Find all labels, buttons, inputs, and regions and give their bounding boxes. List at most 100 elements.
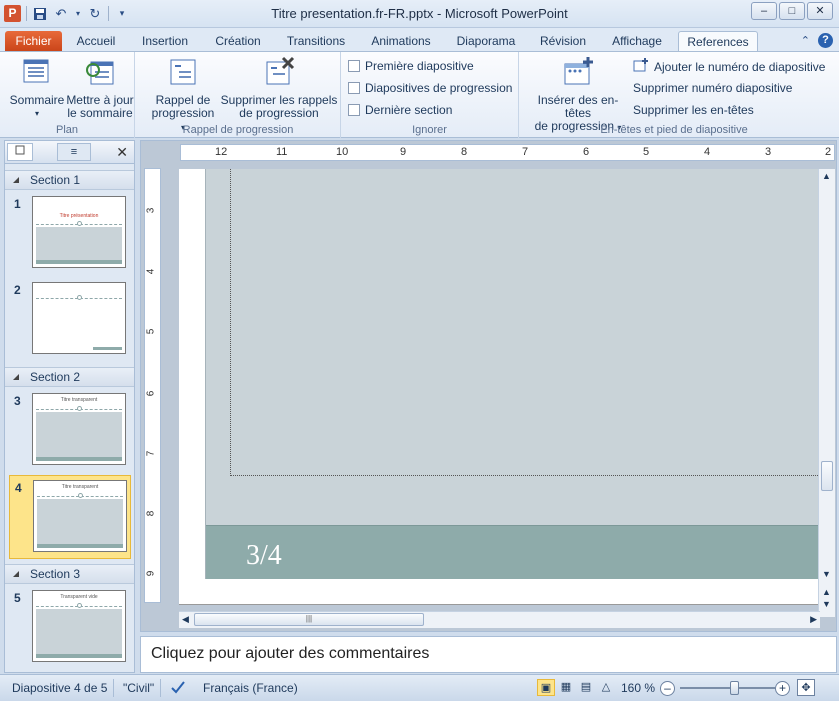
- footer-band: 3/4: [206, 525, 819, 579]
- slide-thumbnail[interactable]: 5 Transparent vide: [9, 586, 131, 670]
- help-icon[interactable]: ?: [818, 33, 833, 48]
- ruler-tick: 2: [825, 146, 832, 158]
- supprimer-rappels-button[interactable]: Supprimer les rappels de progression: [220, 56, 338, 120]
- checkbox-premiere-diapositive[interactable]: Première diapositive: [348, 59, 474, 73]
- checkbox-label: Première diapositive: [365, 59, 474, 73]
- zoom-slider-knob[interactable]: [730, 681, 739, 695]
- group-label-rappel: Rappel de progression: [182, 124, 294, 136]
- panel-header: ≡ ✕: [5, 141, 134, 164]
- tab-slides-thumbnails[interactable]: [7, 143, 33, 161]
- slide-body[interactable]: 3/4: [205, 169, 819, 579]
- ruler-tick: 3: [145, 207, 157, 214]
- checkbox-box[interactable]: [348, 60, 360, 72]
- slide-preview: Titre transparent: [32, 393, 126, 465]
- checkbox-diapositives-progression[interactable]: Diapositives de progression: [348, 81, 512, 95]
- close-button[interactable]: ✕: [807, 2, 833, 20]
- ruler-tick: 12: [215, 146, 228, 158]
- zoom-in-button[interactable]: +: [775, 681, 790, 696]
- horizontal-scrollbar[interactable]: ◀ ||| ▶: [179, 611, 820, 628]
- supprimer-entetes-button[interactable]: Supprimer les en-têtes: [633, 103, 754, 117]
- fit-to-window-icon[interactable]: ✥: [797, 679, 815, 696]
- scroll-left-icon[interactable]: ◀: [182, 614, 189, 625]
- scroll-up-icon[interactable]: ▲: [822, 171, 831, 181]
- mettre-a-jour-sommaire-button[interactable]: Mettre à jour le sommaire: [64, 56, 136, 120]
- scroll-thumb[interactable]: [821, 461, 833, 491]
- ruler-tick: 4: [145, 268, 157, 275]
- sommaire-button[interactable]: Sommaire ▾: [8, 56, 66, 120]
- ruler-tick: 8: [145, 510, 157, 517]
- content-placeholder[interactable]: [230, 169, 819, 476]
- slide-thumbnail[interactable]: 3 Titre transparent: [9, 389, 131, 473]
- slide-thumbnail[interactable]: 2: [9, 278, 131, 362]
- checkbox-box[interactable]: [348, 82, 360, 94]
- collapse-triangle-icon[interactable]: [13, 571, 19, 577]
- tab-affichage[interactable]: Affichage: [601, 31, 673, 52]
- theme-name[interactable]: "Civil": [123, 681, 154, 695]
- collapse-triangle-icon[interactable]: [13, 374, 19, 380]
- tab-diaporama[interactable]: Diaporama: [446, 31, 526, 52]
- normal-view-icon[interactable]: ▣: [537, 679, 555, 696]
- next-slide-icon[interactable]: ▼: [822, 599, 831, 609]
- section-header[interactable]: Section 2: [5, 367, 134, 387]
- group-label-ignorer: Ignorer: [412, 124, 447, 136]
- reading-view-icon[interactable]: ▤: [577, 679, 595, 696]
- slide-thumbnail[interactable]: 1 Titre présentation: [9, 192, 131, 276]
- slide-preview: Transparent vide: [32, 590, 126, 662]
- checkbox-derniere-section[interactable]: Dernière section: [348, 103, 452, 117]
- vertical-ruler: 3 4 5 6 7 8 9: [144, 168, 161, 603]
- tab-creation[interactable]: Création: [205, 31, 271, 52]
- ribbon-controls: ⌃ ?: [801, 33, 833, 48]
- zoom-out-button[interactable]: –: [660, 681, 675, 696]
- notes-placeholder[interactable]: Cliquez pour ajouter des commentaires: [151, 645, 429, 663]
- window-title: Titre presentation.fr-FR.pptx - Microsof…: [271, 6, 568, 21]
- slide-number: 1: [14, 197, 21, 211]
- scroll-down-icon[interactable]: ▼: [822, 569, 831, 579]
- checkbox-box[interactable]: [348, 104, 360, 116]
- supprimer-numero-button[interactable]: Supprimer numéro diapositive: [633, 81, 792, 95]
- ribbon: Sommaire ▾ Mettre à jour le sommaire Pla…: [0, 51, 839, 138]
- ajouter-numero-button[interactable]: Ajouter le numéro de diapositive: [633, 58, 825, 75]
- tab-animations[interactable]: Animations: [361, 31, 441, 52]
- section-header[interactable]: Section 3: [5, 564, 134, 584]
- zoom-level[interactable]: 160 %: [621, 681, 655, 695]
- language-indicator[interactable]: Français (France): [203, 681, 298, 695]
- section-header[interactable]: Section 1: [5, 170, 134, 190]
- scroll-thumb[interactable]: |||: [194, 613, 424, 626]
- tab-fichier[interactable]: Fichier: [5, 31, 62, 52]
- slideshow-view-icon[interactable]: △: [597, 679, 615, 696]
- minimize-ribbon-icon[interactable]: ⌃: [801, 34, 810, 47]
- group-label-entetes: En-têtes et pied de diapositive: [600, 124, 748, 136]
- tab-accueil[interactable]: Accueil: [66, 31, 126, 52]
- minimize-button[interactable]: –: [751, 2, 777, 20]
- previous-slide-icon[interactable]: ▲: [822, 587, 831, 597]
- slide-number-text[interactable]: 3/4: [246, 540, 282, 572]
- collapse-triangle-icon[interactable]: [13, 177, 19, 183]
- tab-transitions[interactable]: Transitions: [276, 31, 356, 52]
- scroll-right-icon[interactable]: ▶: [810, 614, 817, 625]
- close-panel-icon[interactable]: ✕: [116, 144, 128, 161]
- notes-pane[interactable]: Cliquez pour ajouter des commentaires: [140, 636, 837, 673]
- tab-outline[interactable]: ≡: [57, 143, 91, 161]
- status-separator: [113, 679, 114, 697]
- section-label: Section 3: [30, 567, 81, 581]
- tab-references[interactable]: References: [678, 31, 758, 52]
- sommaire-label: Sommaire: [9, 93, 65, 107]
- zoom-slider[interactable]: [680, 687, 775, 689]
- slide-preview: Titre transparent: [33, 480, 127, 552]
- slide-thumbnail-selected[interactable]: 4 Titre transparent: [9, 475, 131, 559]
- spelling-check-icon[interactable]: [170, 679, 186, 698]
- slide-sorter-view-icon[interactable]: ▦: [557, 679, 575, 696]
- group-entetes: Insérer des en-têtes de progression ▾ Aj…: [519, 52, 829, 138]
- group-plan: Sommaire ▾ Mettre à jour le sommaire Pla…: [0, 52, 135, 138]
- ruler-tick: 9: [400, 146, 407, 158]
- tab-insertion[interactable]: Insertion: [130, 31, 200, 52]
- maximize-button[interactable]: □: [779, 2, 805, 20]
- thumb-title: Titre présentation: [59, 213, 99, 219]
- title-bar: P ↶ ▾ ↻ ▾ Titre presentation.fr-FR.pptx …: [0, 0, 839, 28]
- slide-canvas[interactable]: 3/4: [179, 169, 820, 605]
- rappel-progression-button[interactable]: Rappel de progression ▾: [148, 56, 218, 134]
- vertical-scrollbar[interactable]: ▲ ▼ ▲ ▼: [818, 169, 835, 617]
- tab-revision[interactable]: Révision: [531, 31, 595, 52]
- inserer-entetes-button[interactable]: Insérer des en-têtes de progression ▾: [525, 56, 631, 134]
- checkbox-label: Diapositives de progression: [365, 81, 513, 95]
